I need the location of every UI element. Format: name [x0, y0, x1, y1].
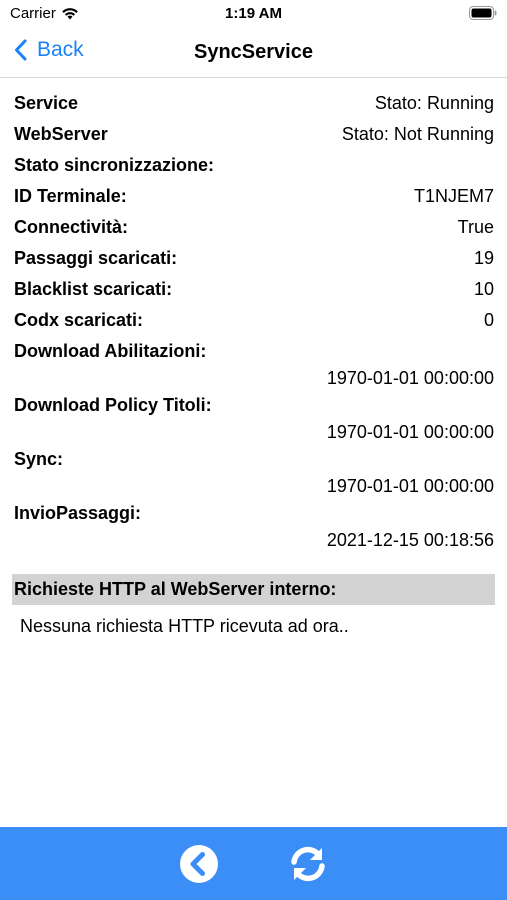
http-requests-header: Richieste HTTP al WebServer interno:: [12, 574, 495, 605]
webserver-status: Stato: Not Running: [341, 124, 494, 144]
service-label: Service: [14, 93, 79, 113]
connectivity-row: Connectività: True: [14, 212, 494, 243]
webserver-row: WebServer Stato: Not Running: [14, 119, 494, 150]
webserver-label: WebServer: [14, 124, 108, 144]
connectivity-value: True: [457, 217, 494, 237]
status-bar: Carrier 1:19 AM: [0, 0, 507, 30]
download-abilitazioni-date: 1970-01-01 00:00:00: [326, 368, 494, 388]
service-status: Stato: Running: [374, 93, 494, 113]
terminal-id-label: ID Terminale:: [14, 186, 127, 206]
toolbar-back-button[interactable]: [176, 841, 222, 887]
circle-chevron-left-icon: [180, 845, 218, 883]
blacklist-count: 10: [473, 279, 494, 299]
codx-count: 0: [483, 310, 494, 330]
bottom-toolbar: [0, 827, 507, 900]
terminal-id-value: T1NJEM7: [413, 186, 494, 206]
sync-label: Sync:: [14, 449, 64, 469]
page-title: SyncService: [194, 41, 313, 63]
download-policy-label: Download Policy Titoli:: [14, 395, 212, 415]
codx-row: Codx scaricati: 0: [14, 305, 494, 336]
download-policy-date: 1970-01-01 00:00:00: [326, 422, 494, 442]
toolbar-refresh-button[interactable]: [285, 841, 331, 887]
sync-status-label: Stato sincronizzazione:: [14, 155, 215, 175]
invio-passaggi-date: 2021-12-15 00:18:56: [326, 530, 494, 550]
passages-row: Passaggi scaricati: 19: [14, 243, 494, 274]
passages-count: 19: [473, 248, 494, 268]
status-list: Service Stato: Running WebServer Stato: …: [14, 88, 494, 552]
http-requests-message: Nessuna richiesta HTTP ricevuta ad ora..: [20, 616, 349, 636]
blacklist-row: Blacklist scaricati: 10: [14, 274, 494, 305]
invio-passaggi-label: InvioPassaggi:: [14, 503, 142, 523]
terminal-id-row: ID Terminale: T1NJEM7: [14, 181, 494, 212]
download-abilitazioni-label: Download Abilitazioni:: [14, 341, 207, 361]
connectivity-label: Connectività:: [14, 217, 129, 237]
passages-label: Passaggi scaricati:: [14, 248, 178, 268]
navigation-bar: Back SyncService: [0, 30, 507, 78]
codx-label: Codx scaricati:: [14, 310, 144, 330]
refresh-icon: [291, 846, 325, 882]
sync-date: 1970-01-01 00:00:00: [326, 476, 494, 496]
battery-icon: [469, 6, 497, 20]
sync-status-row: Stato sincronizzazione:: [14, 150, 494, 181]
blacklist-label: Blacklist scaricati:: [14, 279, 173, 299]
status-time: 1:19 AM: [225, 5, 282, 22]
service-row: Service Stato: Running: [14, 88, 494, 119]
